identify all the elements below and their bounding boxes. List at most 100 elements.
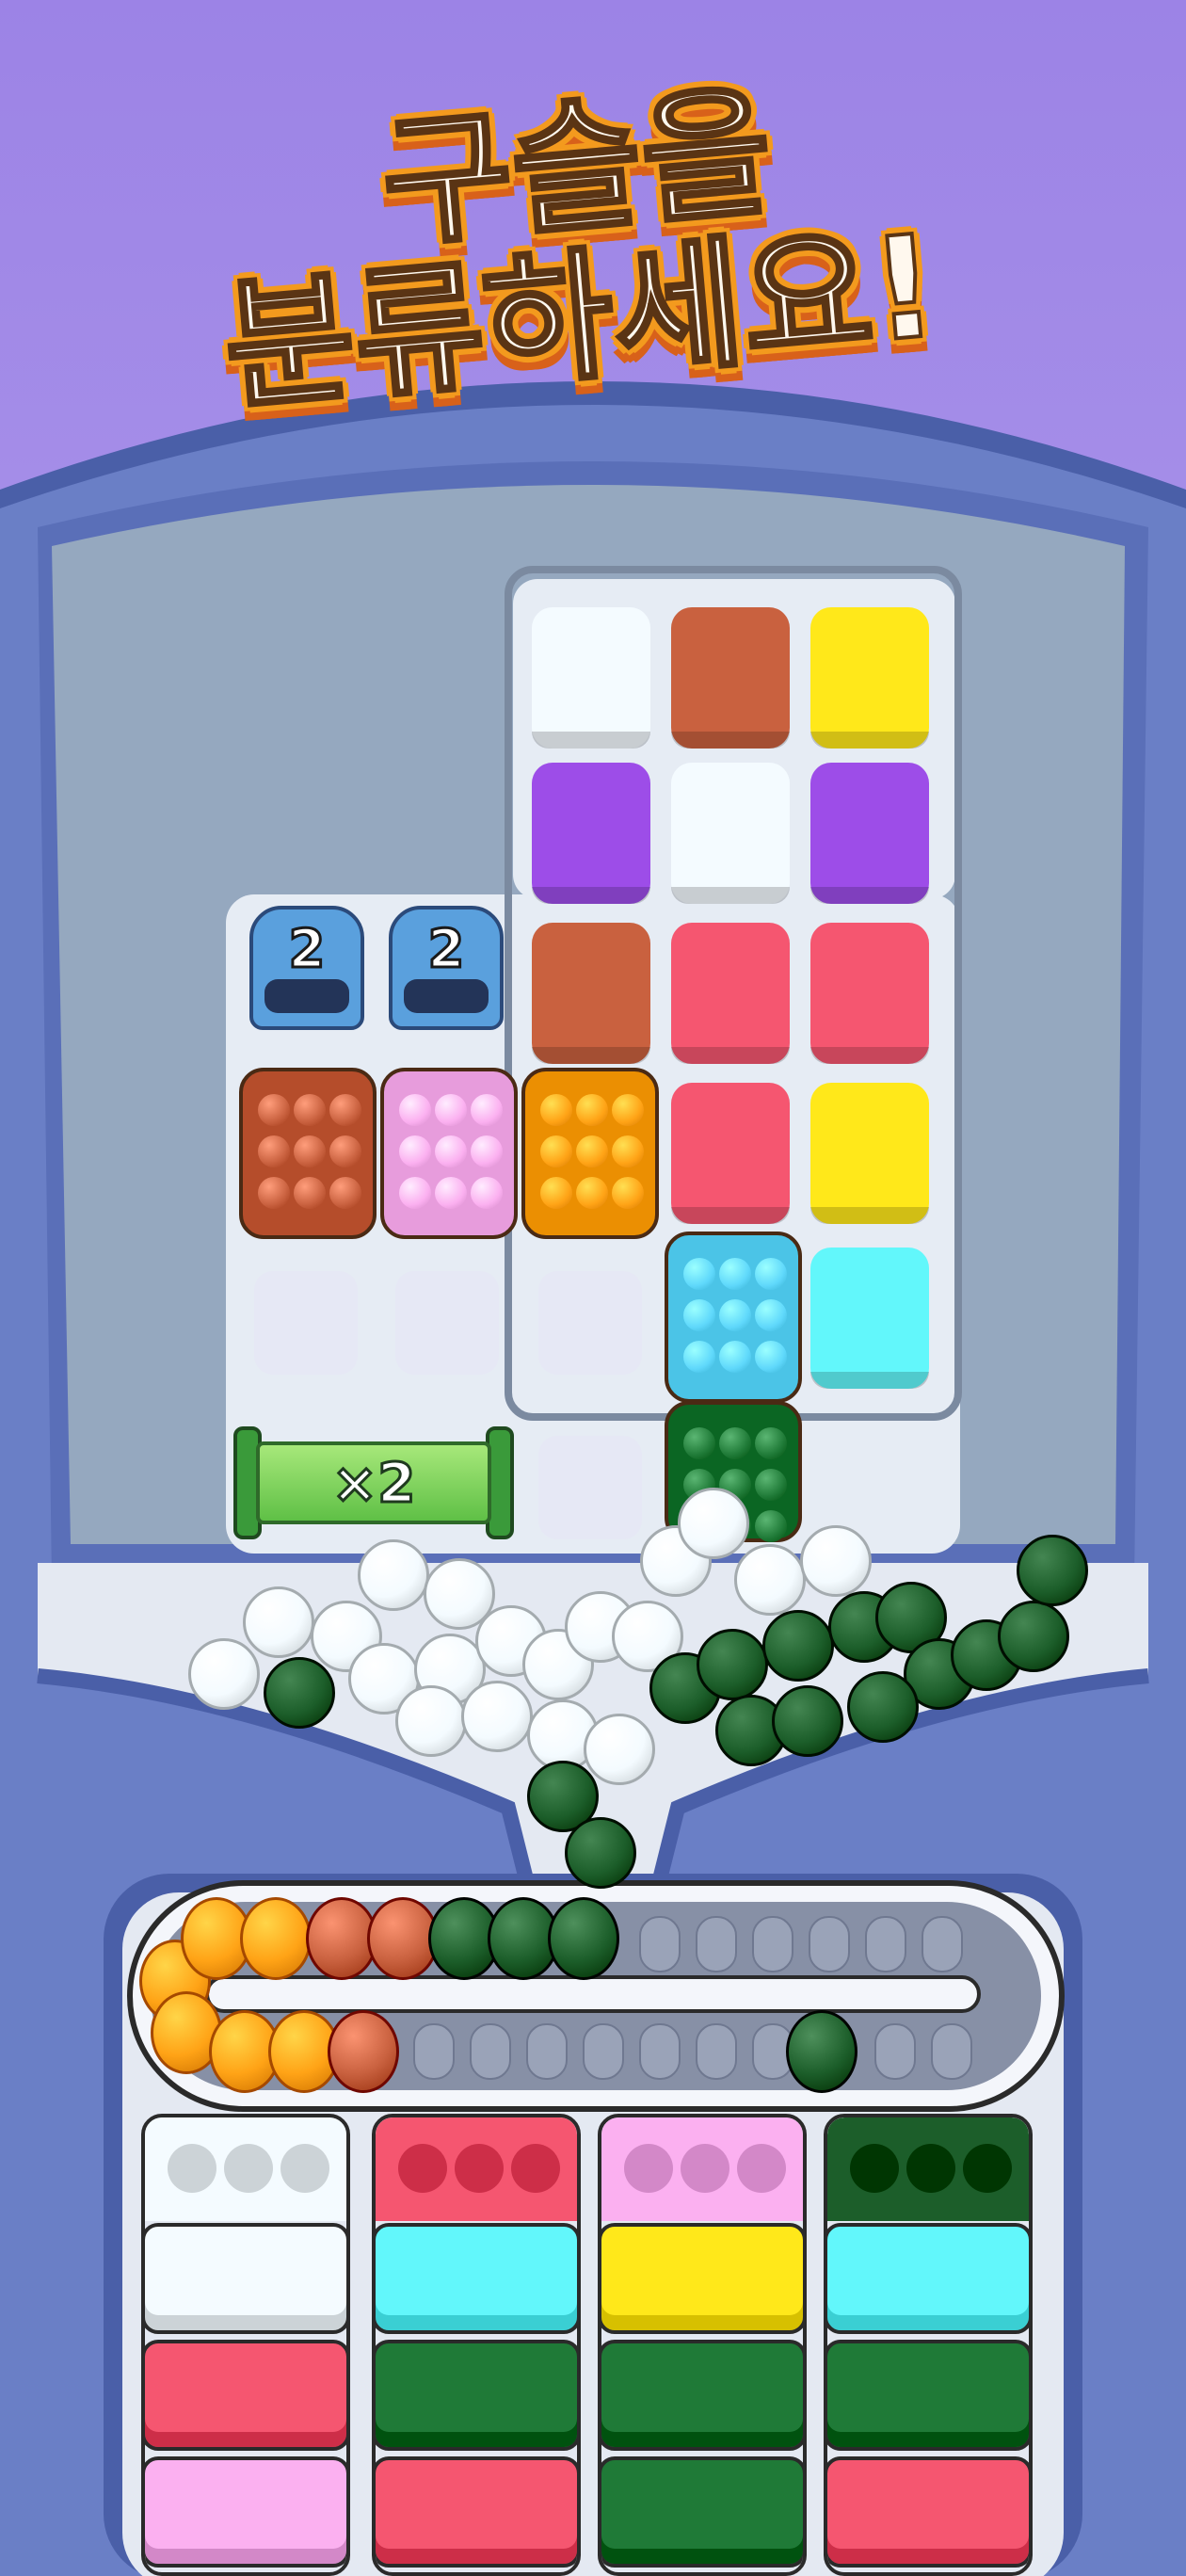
marble [786, 2010, 857, 2093]
cup-block [145, 2340, 346, 2451]
marble [240, 1897, 312, 1980]
tray-ball [540, 1135, 572, 1167]
empty-slot [254, 1271, 358, 1375]
tray-ball [435, 1094, 467, 1126]
tray-ball [471, 1177, 503, 1209]
color-block[interactable] [671, 763, 790, 904]
pipe-count: 2 [287, 918, 327, 982]
color-block[interactable] [532, 923, 650, 1064]
marble [772, 1685, 843, 1757]
tray-ball [576, 1094, 608, 1126]
marble [328, 2010, 399, 2093]
marble [395, 1685, 467, 1757]
color-block[interactable] [810, 763, 929, 904]
tray-ball [294, 1135, 326, 1167]
cup-hole [850, 2144, 899, 2193]
tray-ball [683, 1299, 715, 1331]
marble [697, 1629, 768, 1700]
tray-ball [576, 1135, 608, 1167]
color-block[interactable] [810, 923, 929, 1064]
color-block[interactable] [671, 607, 790, 749]
multiplier-label: ×2 [330, 1450, 417, 1517]
ball-tray[interactable] [380, 1068, 518, 1239]
color-block[interactable] [532, 763, 650, 904]
cup-block [376, 2456, 577, 2568]
tray-ball [683, 1258, 715, 1290]
cup-top [145, 2117, 346, 2221]
cup-hole [963, 2144, 1012, 2193]
tray-ball [258, 1094, 290, 1126]
color-block[interactable] [532, 607, 650, 749]
color-block[interactable] [810, 607, 929, 749]
cup-top [376, 2117, 577, 2221]
marble [800, 1525, 872, 1597]
empty-slot [538, 1271, 642, 1375]
marble [762, 1610, 834, 1682]
cup-block [827, 2456, 1029, 2568]
tray-ball [435, 1177, 467, 1209]
tray-ball [612, 1177, 644, 1209]
marble [1017, 1535, 1088, 1606]
pipe-mouth [404, 979, 489, 1013]
ball-tray[interactable] [665, 1232, 802, 1403]
tray-ball [399, 1177, 431, 1209]
marble [548, 1897, 619, 1980]
cup-top [601, 2117, 803, 2221]
tray-ball [755, 1510, 787, 1542]
empty-slot [395, 1271, 499, 1375]
cup-hole [737, 2144, 786, 2193]
marble [188, 1638, 260, 1710]
color-block[interactable] [671, 923, 790, 1064]
tray-ball [755, 1469, 787, 1501]
cup-top [827, 2117, 1029, 2221]
cup-block [601, 2223, 803, 2334]
marble [358, 1539, 429, 1611]
tray-ball [683, 1341, 715, 1373]
ball-pipe[interactable]: 2 [249, 906, 364, 1030]
sorting-cup[interactable] [372, 2114, 581, 2576]
ball-pipe[interactable]: 2 [389, 906, 504, 1030]
color-block[interactable] [810, 1083, 929, 1224]
cup-hole [681, 2144, 729, 2193]
ball-tray[interactable] [239, 1068, 377, 1239]
marble [847, 1671, 919, 1743]
multiplier-bar[interactable]: ×2 [233, 1426, 514, 1539]
cup-hole [511, 2144, 560, 2193]
tray-ball [719, 1427, 751, 1459]
cup-hole [224, 2144, 273, 2193]
cup-block [601, 2456, 803, 2568]
cup-hole [398, 2144, 447, 2193]
tray-ball [471, 1094, 503, 1126]
tray-ball [471, 1135, 503, 1167]
cup-block [145, 2223, 346, 2334]
pipe-count: 2 [426, 918, 466, 982]
cup-hole [455, 2144, 504, 2193]
sorting-cup[interactable] [598, 2114, 807, 2576]
tray-ball [329, 1177, 361, 1209]
tray-ball [258, 1177, 290, 1209]
cup-block [376, 2223, 577, 2334]
color-block[interactable] [671, 1083, 790, 1224]
marble [678, 1488, 749, 1559]
tray-ball [612, 1135, 644, 1167]
tray-ball [329, 1094, 361, 1126]
cup-block [376, 2340, 577, 2451]
cup-hole [906, 2144, 955, 2193]
ball-tray[interactable] [521, 1068, 659, 1239]
tray-ball [755, 1341, 787, 1373]
tray-ball [683, 1427, 715, 1459]
marble [243, 1586, 314, 1658]
cup-block [827, 2223, 1029, 2334]
sorting-cup[interactable] [141, 2114, 350, 2576]
tray-ball [258, 1135, 290, 1167]
tray-ball [719, 1341, 751, 1373]
marble [998, 1601, 1069, 1672]
tray-ball [540, 1094, 572, 1126]
cup-block [827, 2340, 1029, 2451]
cup-hole [280, 2144, 329, 2193]
color-block[interactable] [810, 1248, 929, 1389]
sorting-cup[interactable] [824, 2114, 1033, 2576]
tray-ball [399, 1094, 431, 1126]
tray-ball [755, 1258, 787, 1290]
tray-ball [576, 1177, 608, 1209]
